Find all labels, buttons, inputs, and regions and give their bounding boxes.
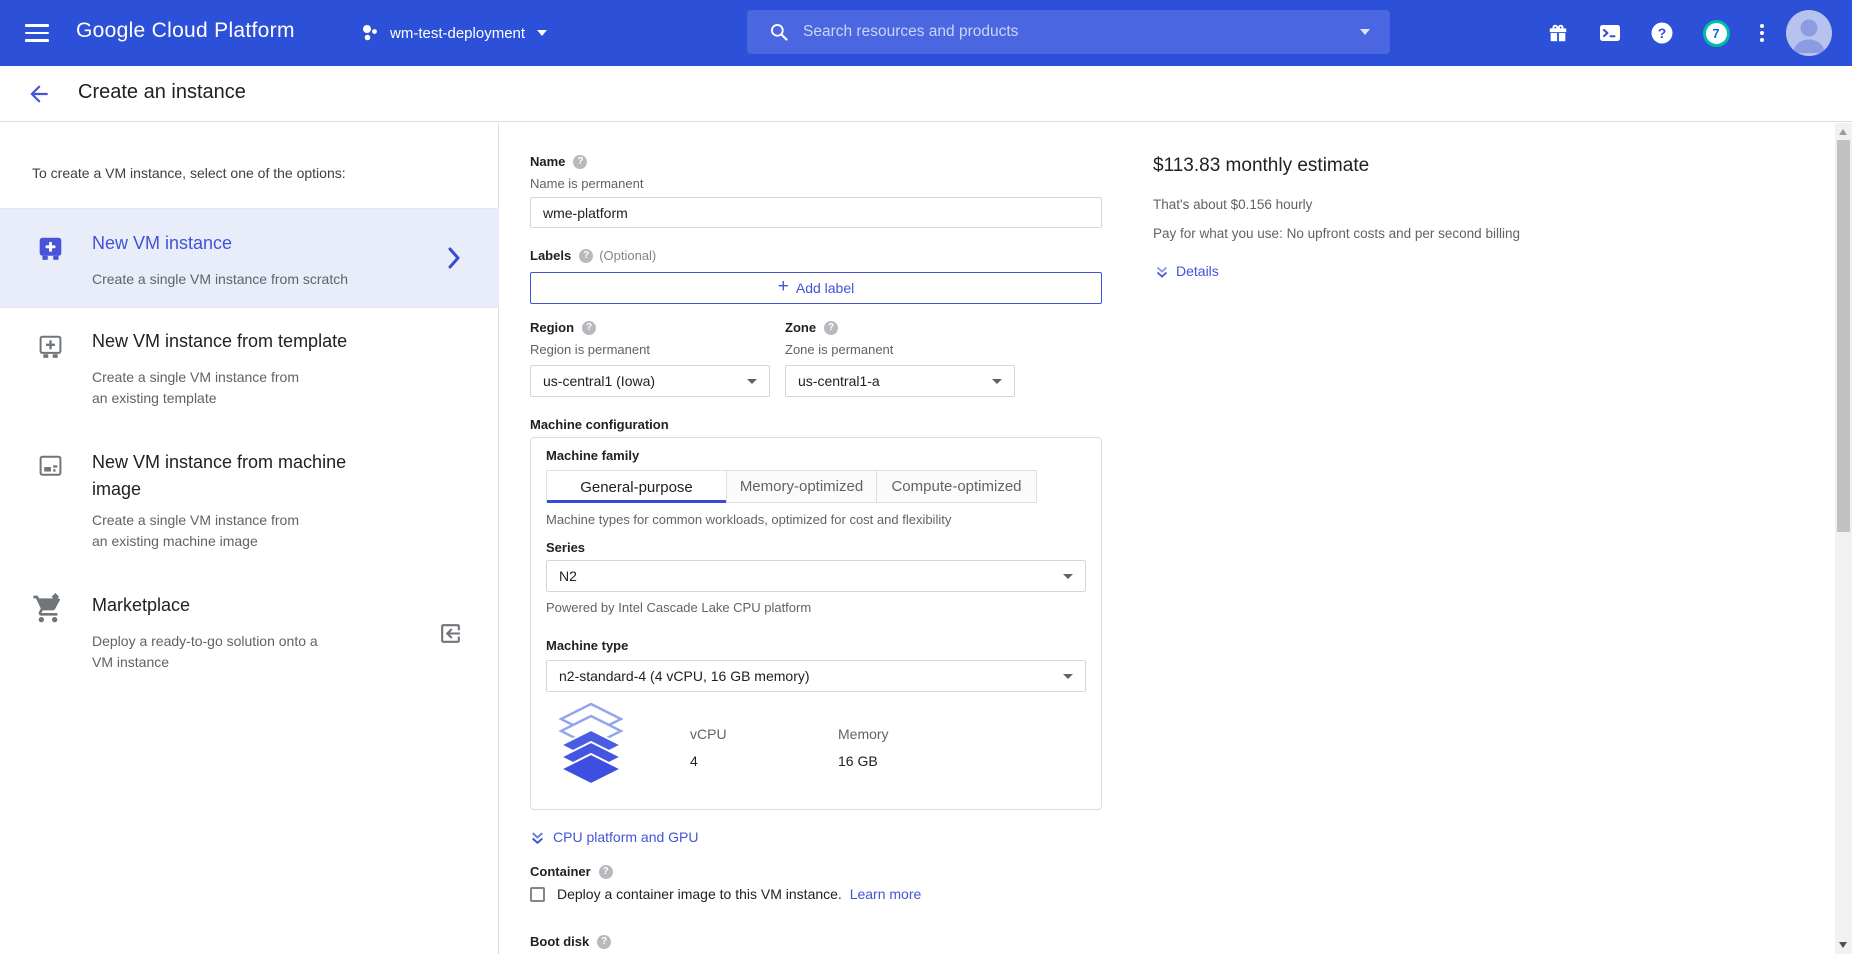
- details-link[interactable]: Details: [1176, 263, 1219, 279]
- open-marketplace-icon[interactable]: [438, 621, 463, 646]
- marketplace-cart-icon: [32, 593, 64, 625]
- memory-value: 16 GB: [838, 753, 878, 769]
- name-note: Name is permanent: [530, 176, 643, 191]
- sidebar-item-title: New VM instance: [92, 233, 232, 254]
- sidebar-item-subtitle: Create a single VM instance from an exis…: [92, 367, 310, 409]
- container-label: Container: [530, 864, 613, 879]
- scrollbar-thumb[interactable]: [1837, 140, 1850, 532]
- page-title: Create an instance: [78, 81, 246, 104]
- top-app-bar: Google Cloud Platform wm-test-deployment…: [0, 0, 1852, 66]
- estimate-billing-note: Pay for what you use: No upfront costs a…: [1153, 226, 1520, 241]
- search-placeholder: Search resources and products: [803, 23, 1348, 41]
- estimate-title: $113.83 monthly estimate: [1153, 155, 1369, 177]
- page-header: Create an instance: [0, 66, 1852, 122]
- gift-icon[interactable]: [1544, 19, 1572, 47]
- sidebar-item-title: Marketplace: [92, 595, 190, 616]
- sidebar-item-subtitle: Deploy a ready-to-go solution onto a VM …: [92, 631, 320, 673]
- more-options-icon[interactable]: [1748, 19, 1776, 47]
- zone-label: Zone: [785, 320, 838, 335]
- memory-label: Memory: [838, 726, 889, 742]
- chevron-down-icon: [992, 379, 1002, 384]
- machine-family-note: Machine types for common workloads, opti…: [546, 512, 951, 527]
- cpu-platform-gpu-link[interactable]: CPU platform and GPU: [553, 829, 699, 845]
- options-sidebar: To create a VM instance, select one of t…: [0, 123, 499, 954]
- deploy-container-checkbox[interactable]: [530, 887, 545, 902]
- hamburger-menu-icon[interactable]: [25, 24, 49, 42]
- search-icon: [769, 22, 789, 42]
- machine-configuration-heading: Machine configuration: [530, 417, 669, 432]
- zone-note: Zone is permanent: [785, 342, 893, 357]
- machine-type-label: Machine type: [546, 638, 628, 653]
- sidebar-item-new-vm-from-machine-image[interactable]: New VM instance from machine image Creat…: [0, 441, 499, 561]
- notifications-icon[interactable]: 7: [1702, 19, 1730, 47]
- estimate-hourly: That's about $0.156 hourly: [1153, 197, 1312, 212]
- zone-select[interactable]: us-central1-a: [785, 365, 1015, 397]
- sidebar-item-new-vm-instance[interactable]: New VM instance Create a single VM insta…: [0, 208, 499, 308]
- help-icon[interactable]: [597, 935, 611, 949]
- tab-compute-optimized[interactable]: Compute-optimized: [876, 470, 1037, 503]
- expand-more-icon: [1155, 265, 1169, 280]
- person-icon: [1786, 10, 1832, 56]
- tab-memory-optimized[interactable]: Memory-optimized: [726, 470, 877, 503]
- tab-general-purpose[interactable]: General-purpose: [546, 470, 727, 503]
- help-icon[interactable]: [573, 155, 587, 169]
- machine-family-label: Machine family: [546, 448, 639, 463]
- search-dropdown-icon[interactable]: [1360, 29, 1370, 35]
- vcpu-value: 4: [690, 753, 698, 769]
- chevron-right-icon: [444, 245, 464, 271]
- region-select[interactable]: us-central1 (Iowa): [530, 365, 770, 397]
- sidebar-item-new-vm-from-template[interactable]: New VM instance from template Create a s…: [0, 323, 499, 423]
- labels-optional: (Optional): [599, 248, 656, 263]
- layers-icon: [557, 702, 625, 788]
- sidebar-item-marketplace[interactable]: Marketplace Deploy a ready-to-go solutio…: [0, 585, 499, 685]
- project-name: wm-test-deployment: [390, 25, 525, 42]
- add-label-button[interactable]: + Add label: [530, 272, 1102, 304]
- search-input[interactable]: Search resources and products: [747, 10, 1390, 54]
- series-select[interactable]: N2: [546, 560, 1086, 592]
- sidebar-item-title: New VM instance from machine image: [92, 449, 377, 503]
- help-icon[interactable]: ?: [1648, 19, 1676, 47]
- svg-text:?: ?: [1658, 25, 1667, 41]
- sidebar-intro: To create a VM instance, select one of t…: [32, 165, 346, 181]
- region-label: Region: [530, 320, 596, 335]
- back-arrow-icon[interactable]: [26, 81, 52, 107]
- help-icon[interactable]: [824, 321, 838, 335]
- boot-disk-label: Boot disk: [530, 934, 611, 949]
- avatar[interactable]: [1786, 10, 1832, 56]
- scrollbar-track[interactable]: [1835, 123, 1852, 954]
- sidebar-item-subtitle: Create a single VM instance from scratch: [92, 269, 348, 290]
- vcpu-label: vCPU: [690, 726, 727, 742]
- project-icon: [360, 23, 380, 43]
- help-icon[interactable]: [582, 321, 596, 335]
- help-icon[interactable]: [599, 865, 613, 879]
- scrollbar-up-arrow[interactable]: [1839, 129, 1847, 135]
- scrollbar-down-arrow[interactable]: [1839, 942, 1847, 948]
- chevron-down-icon: [1063, 674, 1073, 679]
- chevron-down-icon: [747, 379, 757, 384]
- help-icon[interactable]: [579, 249, 593, 263]
- labels-label: Labels (Optional): [530, 248, 656, 263]
- product-logo[interactable]: Google Cloud Platform: [76, 19, 295, 43]
- cloud-shell-icon[interactable]: [1596, 19, 1624, 47]
- name-label: Name: [530, 154, 587, 169]
- vm-template-icon: [37, 333, 64, 362]
- learn-more-link[interactable]: Learn more: [850, 886, 922, 902]
- gcp-create-instance-page: Google Cloud Platform wm-test-deployment…: [0, 0, 1852, 954]
- series-note: Powered by Intel Cascade Lake CPU platfo…: [546, 600, 811, 615]
- region-note: Region is permanent: [530, 342, 650, 357]
- machine-image-icon: [37, 453, 64, 482]
- name-input[interactable]: [530, 197, 1102, 228]
- sidebar-item-title: New VM instance from template: [92, 331, 347, 352]
- chevron-down-icon: [1063, 574, 1073, 579]
- machine-type-select[interactable]: n2-standard-4 (4 vCPU, 16 GB memory): [546, 660, 1086, 692]
- notification-count: 7: [1712, 26, 1719, 41]
- vm-instance-icon: [37, 235, 64, 264]
- expand-more-icon: [530, 831, 545, 846]
- series-label: Series: [546, 540, 585, 555]
- project-selector[interactable]: wm-test-deployment: [360, 16, 547, 50]
- chevron-down-icon: [537, 30, 547, 36]
- sidebar-item-subtitle: Create a single VM instance from an exis…: [92, 510, 310, 552]
- container-checkbox-text: Deploy a container image to this VM inst…: [557, 886, 921, 902]
- plus-icon: +: [778, 276, 789, 298]
